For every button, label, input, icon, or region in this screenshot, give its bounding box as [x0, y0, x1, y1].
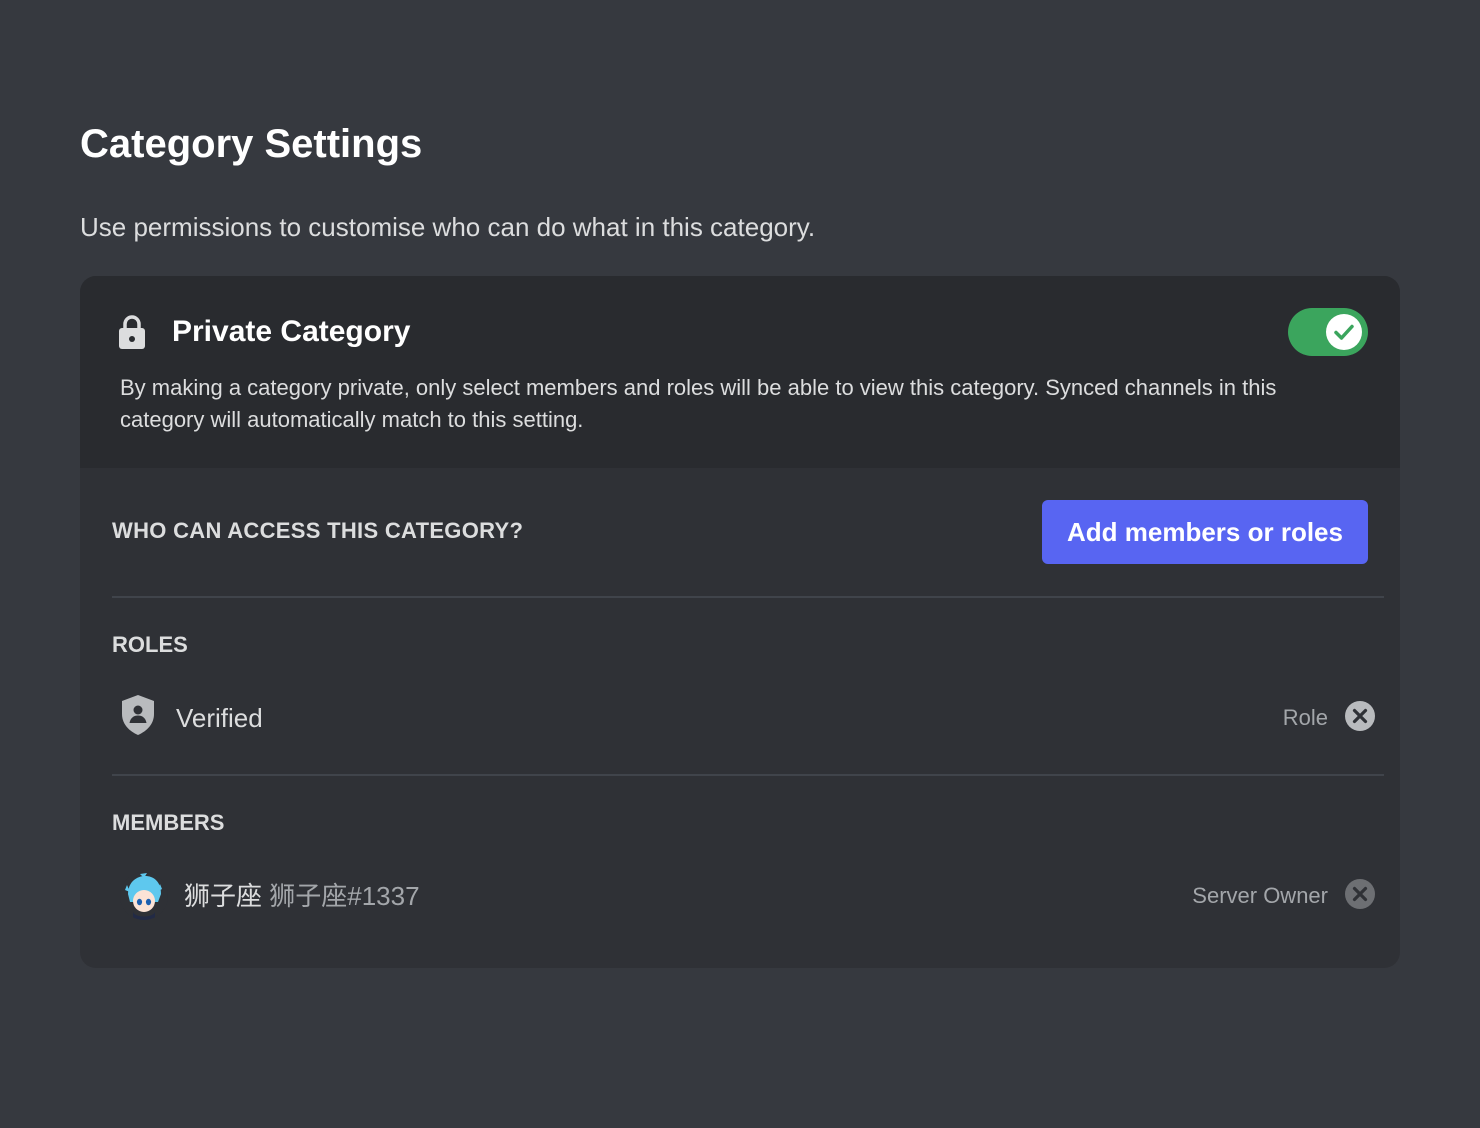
divider	[112, 596, 1384, 598]
remove-member-button[interactable]	[1344, 878, 1376, 910]
private-category-description: By making a category private, only selec…	[120, 375, 1277, 432]
role-type-label: Role	[1282, 705, 1328, 730]
close-icon	[1345, 701, 1375, 731]
member-type-label: Server Owner	[1192, 883, 1328, 908]
member-display-name: 狮子座	[184, 881, 263, 911]
divider	[112, 774, 1384, 776]
member-name: 狮子座 狮子座#1337	[184, 879, 420, 913]
remove-role-button[interactable]	[1344, 700, 1376, 732]
close-icon	[1345, 879, 1375, 909]
member-username: 狮子座#1337	[269, 881, 420, 911]
shield-user-icon	[120, 694, 156, 741]
private-category-section: Private Category By making a category pr…	[80, 276, 1400, 468]
members-heading: MEMBERS	[112, 810, 225, 835]
role-name: Verified	[176, 703, 263, 733]
private-category-title: Private Category	[172, 315, 411, 348]
page-title: Category Settings	[80, 122, 423, 166]
private-category-toggle[interactable]	[1288, 308, 1368, 356]
permissions-card: Private Category By making a category pr…	[80, 276, 1400, 968]
toggle-knob	[1326, 314, 1362, 350]
category-settings-page: Category Settings Use permissions to cus…	[0, 0, 1480, 1128]
roles-heading: ROLES	[112, 632, 188, 657]
avatar	[120, 872, 168, 920]
lock-icon	[118, 314, 146, 350]
access-heading: WHO CAN ACCESS THIS CATEGORY?	[112, 518, 524, 543]
add-members-or-roles-button[interactable]: Add members or roles	[1042, 500, 1368, 564]
checkmark-icon	[1334, 324, 1354, 340]
page-subtitle: Use permissions to customise who can do …	[80, 212, 816, 242]
